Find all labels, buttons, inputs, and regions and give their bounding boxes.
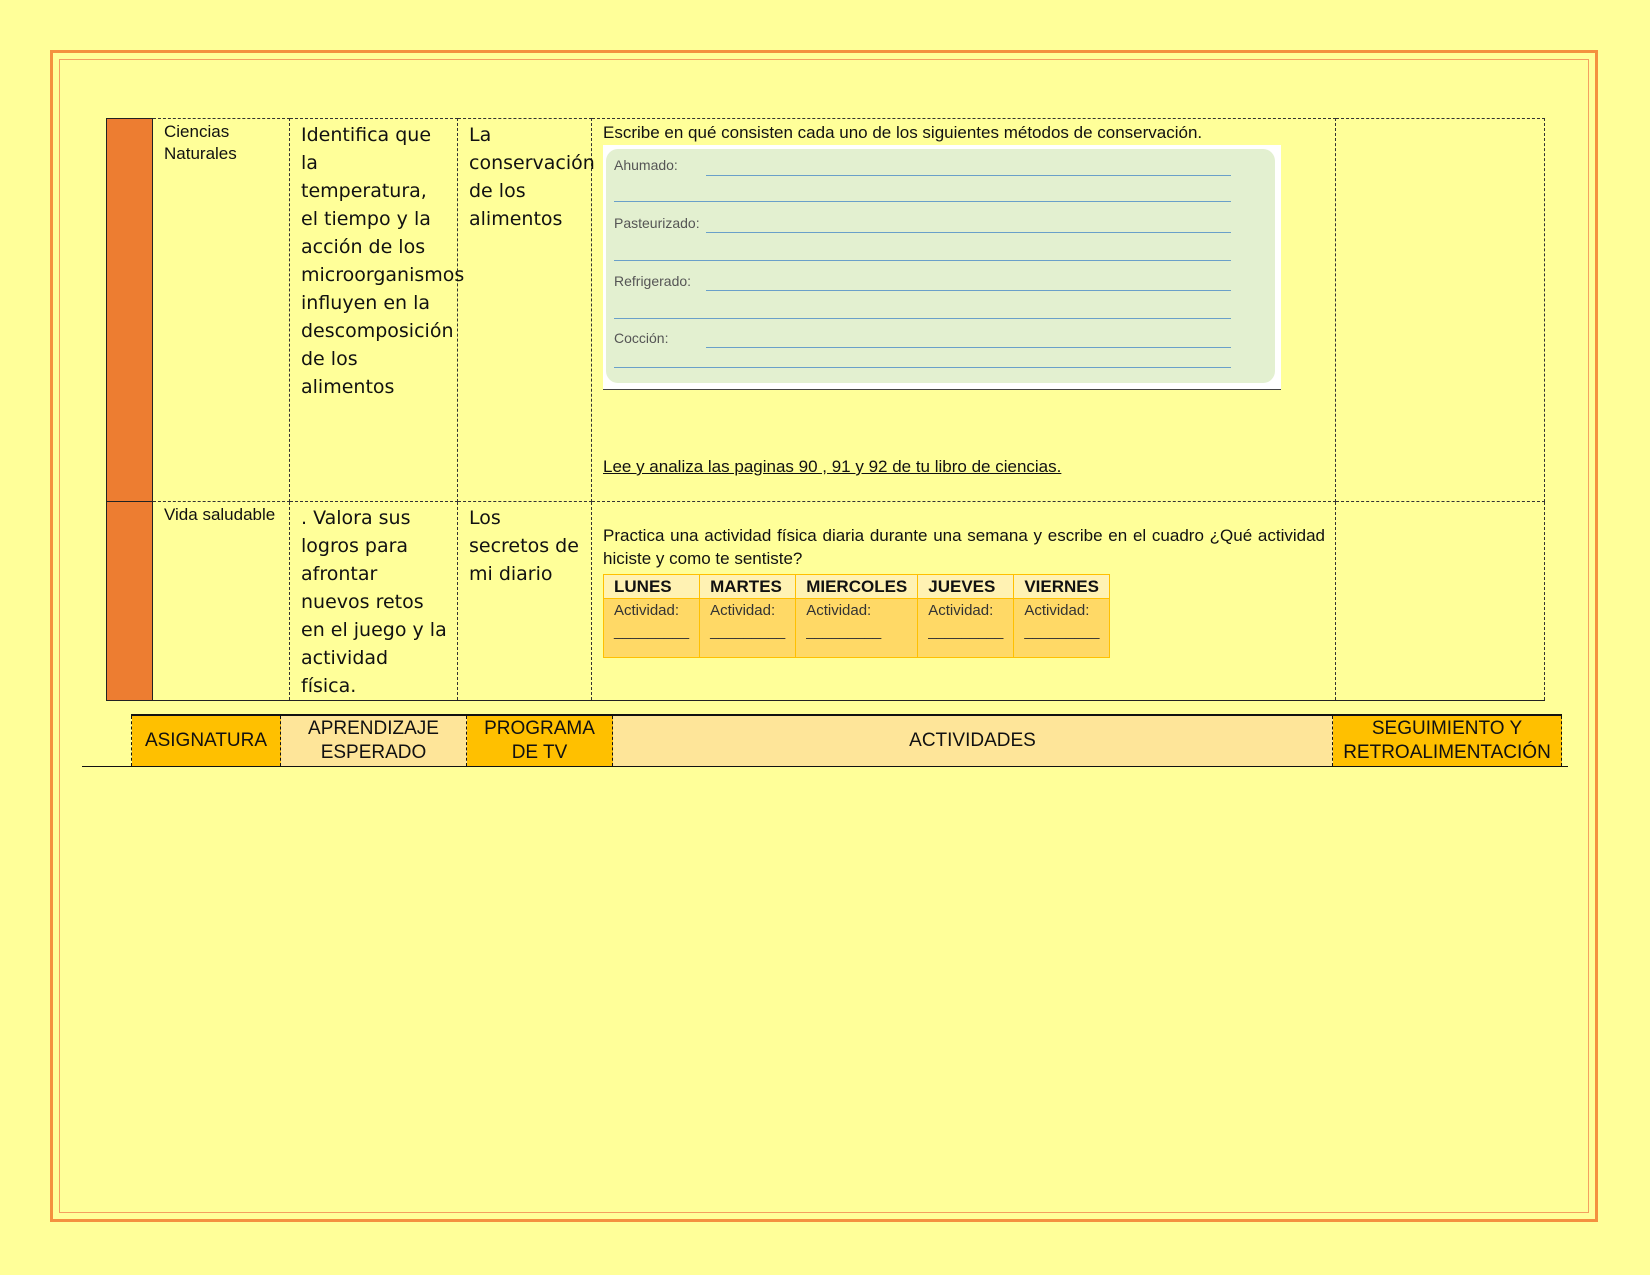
day-header: LUNES [602, 574, 701, 599]
divider [82, 766, 1568, 767]
column-header-table: ASIGNATURA APRENDIZAJE ESPERADO PROGRAMA… [131, 714, 1562, 767]
header-actividades: ACTIVIDADES [612, 715, 1333, 767]
method-label: Cocción: [614, 330, 669, 346]
programa-cell: Los secretos de mi diario [457, 501, 592, 701]
aprendizaje-cell: Identifica que la temperatura, el tiempo… [289, 118, 464, 502]
day-activity-cell[interactable]: Actividad: _________ [699, 598, 797, 658]
answer-line[interactable] [706, 175, 1231, 176]
conservation-worksheet: Ahumado: Pasteurizado: Refrigerado: Cocc… [603, 145, 1281, 389]
activity-instruction: Escribe en qué consisten cada uno de los… [603, 123, 1203, 142]
lesson-plan-table: Ciencias Naturales Identifica que la tem… [106, 118, 1545, 701]
answer-line[interactable] [614, 367, 1231, 368]
row-color-marker [106, 118, 153, 502]
day-activity-cell[interactable]: Actividad: _________ [917, 598, 1015, 658]
weekly-activity-grid: LUNES MARTES MIERCOLES JUEVES VIERNES Ac… [602, 574, 1111, 658]
table-row: Ciencias Naturales Identifica que la tem… [106, 118, 1545, 502]
day-activity-cell[interactable]: Actividad: _________ [1013, 598, 1111, 658]
programa-cell: La conservación de los alimentos [457, 118, 595, 502]
method-label: Refrigerado: [614, 273, 692, 289]
answer-line[interactable] [614, 318, 1231, 319]
activity-instruction: Practica una actividad física diaria dur… [603, 526, 1325, 568]
method-label: Ahumado: [614, 157, 678, 173]
actividades-cell: Practica una actividad física diaria dur… [591, 501, 1336, 701]
answer-line[interactable] [706, 290, 1231, 291]
answer-line[interactable] [614, 201, 1231, 202]
actividades-cell: Escribe en qué consisten cada uno de los… [591, 118, 1336, 502]
day-header: JUEVES [917, 574, 1015, 599]
answer-line[interactable] [614, 260, 1231, 261]
day-header: MIERCOLES [795, 574, 919, 599]
answer-line[interactable] [706, 347, 1231, 348]
row-color-marker [106, 501, 153, 701]
reading-assignment: Lee y analiza las paginas 90 , 91 y 92 d… [603, 457, 1062, 476]
subject-cell: Vida saludable [152, 501, 290, 701]
seguimiento-cell [1335, 118, 1545, 502]
aprendizaje-cell: . Valora sus logros para afrontar nuevos… [289, 501, 458, 701]
day-activity-cell[interactable]: Actividad: _________ [602, 598, 701, 658]
table-row: Vida saludable . Valora sus logros para … [106, 501, 1545, 701]
method-label: Pasteurizado: [614, 215, 700, 231]
day-header: MARTES [699, 574, 797, 599]
seguimiento-cell [1335, 501, 1545, 701]
day-activity-cell[interactable]: Actividad: _________ [795, 598, 919, 658]
header-aprendizaje: APRENDIZAJE ESPERADO [280, 715, 467, 767]
subject-cell: Ciencias Naturales [152, 118, 290, 502]
header-seguimiento: SEGUIMIENTO Y RETROALIMENTACIÓN [1332, 715, 1562, 767]
answer-line[interactable] [706, 232, 1231, 233]
header-programa: PROGRAMA DE TV [466, 715, 613, 767]
header-asignatura: ASIGNATURA [131, 715, 281, 767]
day-header: VIERNES [1013, 574, 1111, 599]
